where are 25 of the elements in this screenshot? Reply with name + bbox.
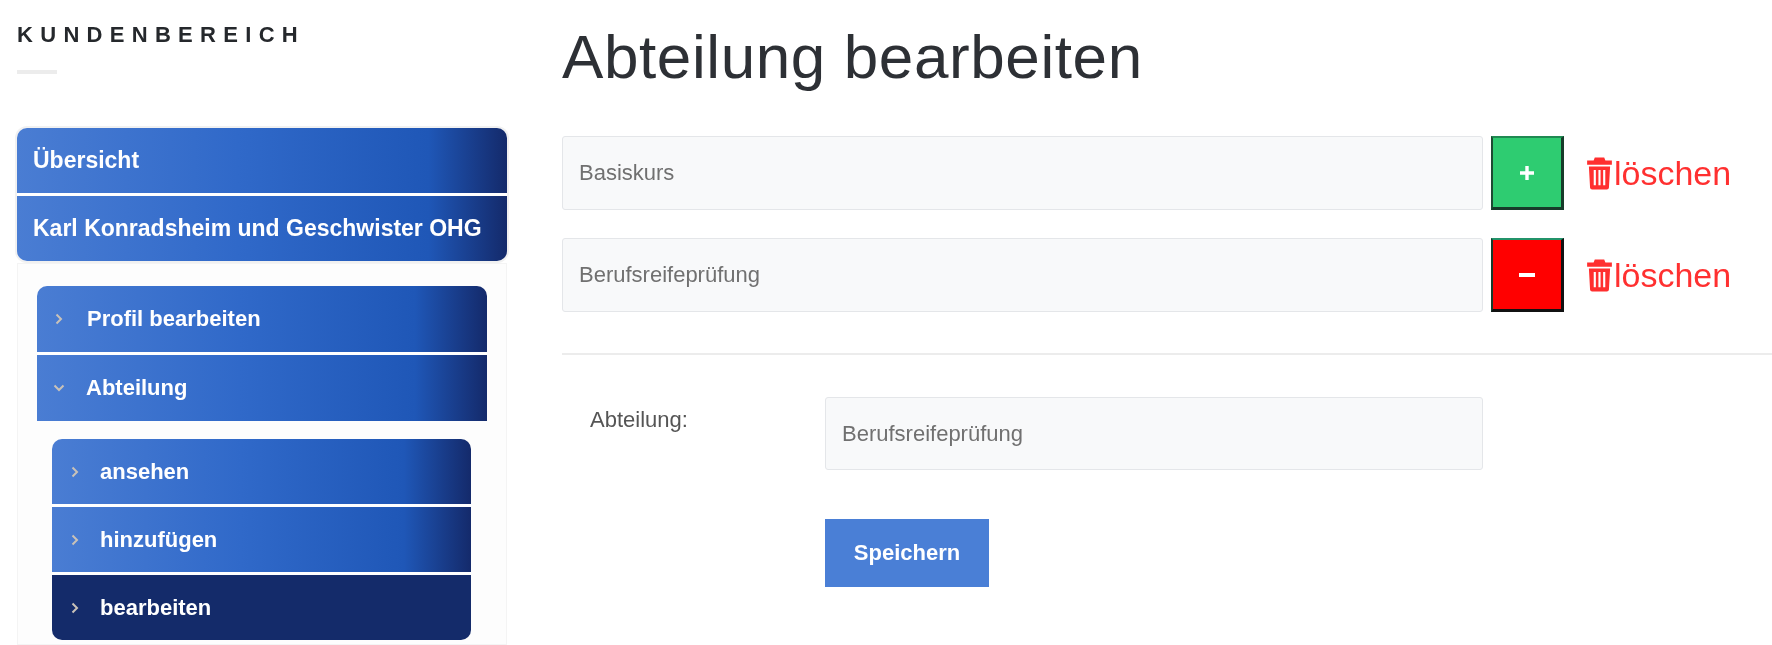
chevron-right-icon [71, 601, 79, 614]
chevron-right-icon [71, 465, 79, 478]
add-button[interactable] [1491, 136, 1564, 210]
nav-item[interactable]: Übersicht [17, 128, 507, 193]
department-field[interactable]: Berufsreifeprüfung [562, 238, 1483, 312]
trash-icon [1586, 156, 1613, 190]
nav-item[interactable]: bearbeiten [52, 575, 471, 640]
nav-item[interactable]: Profil bearbeiten [37, 286, 487, 352]
page-title: Abteilung bearbeiten [562, 22, 1143, 92]
remove-button[interactable] [1491, 238, 1564, 312]
sidebar-title: KUNDENBEREICH [17, 22, 306, 48]
department-field[interactable]: Basiskurs [562, 136, 1483, 210]
field-label: Abteilung: [590, 407, 688, 433]
nav-item[interactable]: Abteilung [37, 355, 487, 421]
save-button[interactable]: Speichern [825, 519, 989, 587]
plus-icon [1519, 164, 1535, 181]
delete-link[interactable]: löschen [1586, 256, 1732, 294]
trash-icon [1586, 258, 1613, 292]
nav-item[interactable]: ansehen [52, 439, 471, 504]
department-name-field[interactable]: Berufsreifeprüfung [825, 397, 1483, 470]
delete-link[interactable]: löschen [1586, 154, 1732, 192]
minus-icon [1519, 272, 1535, 277]
nav-item[interactable]: Karl Konradsheim und Geschwister OHG [17, 196, 507, 261]
nav-item[interactable]: hinzufügen [52, 507, 471, 572]
chevron-right-icon [71, 533, 79, 546]
